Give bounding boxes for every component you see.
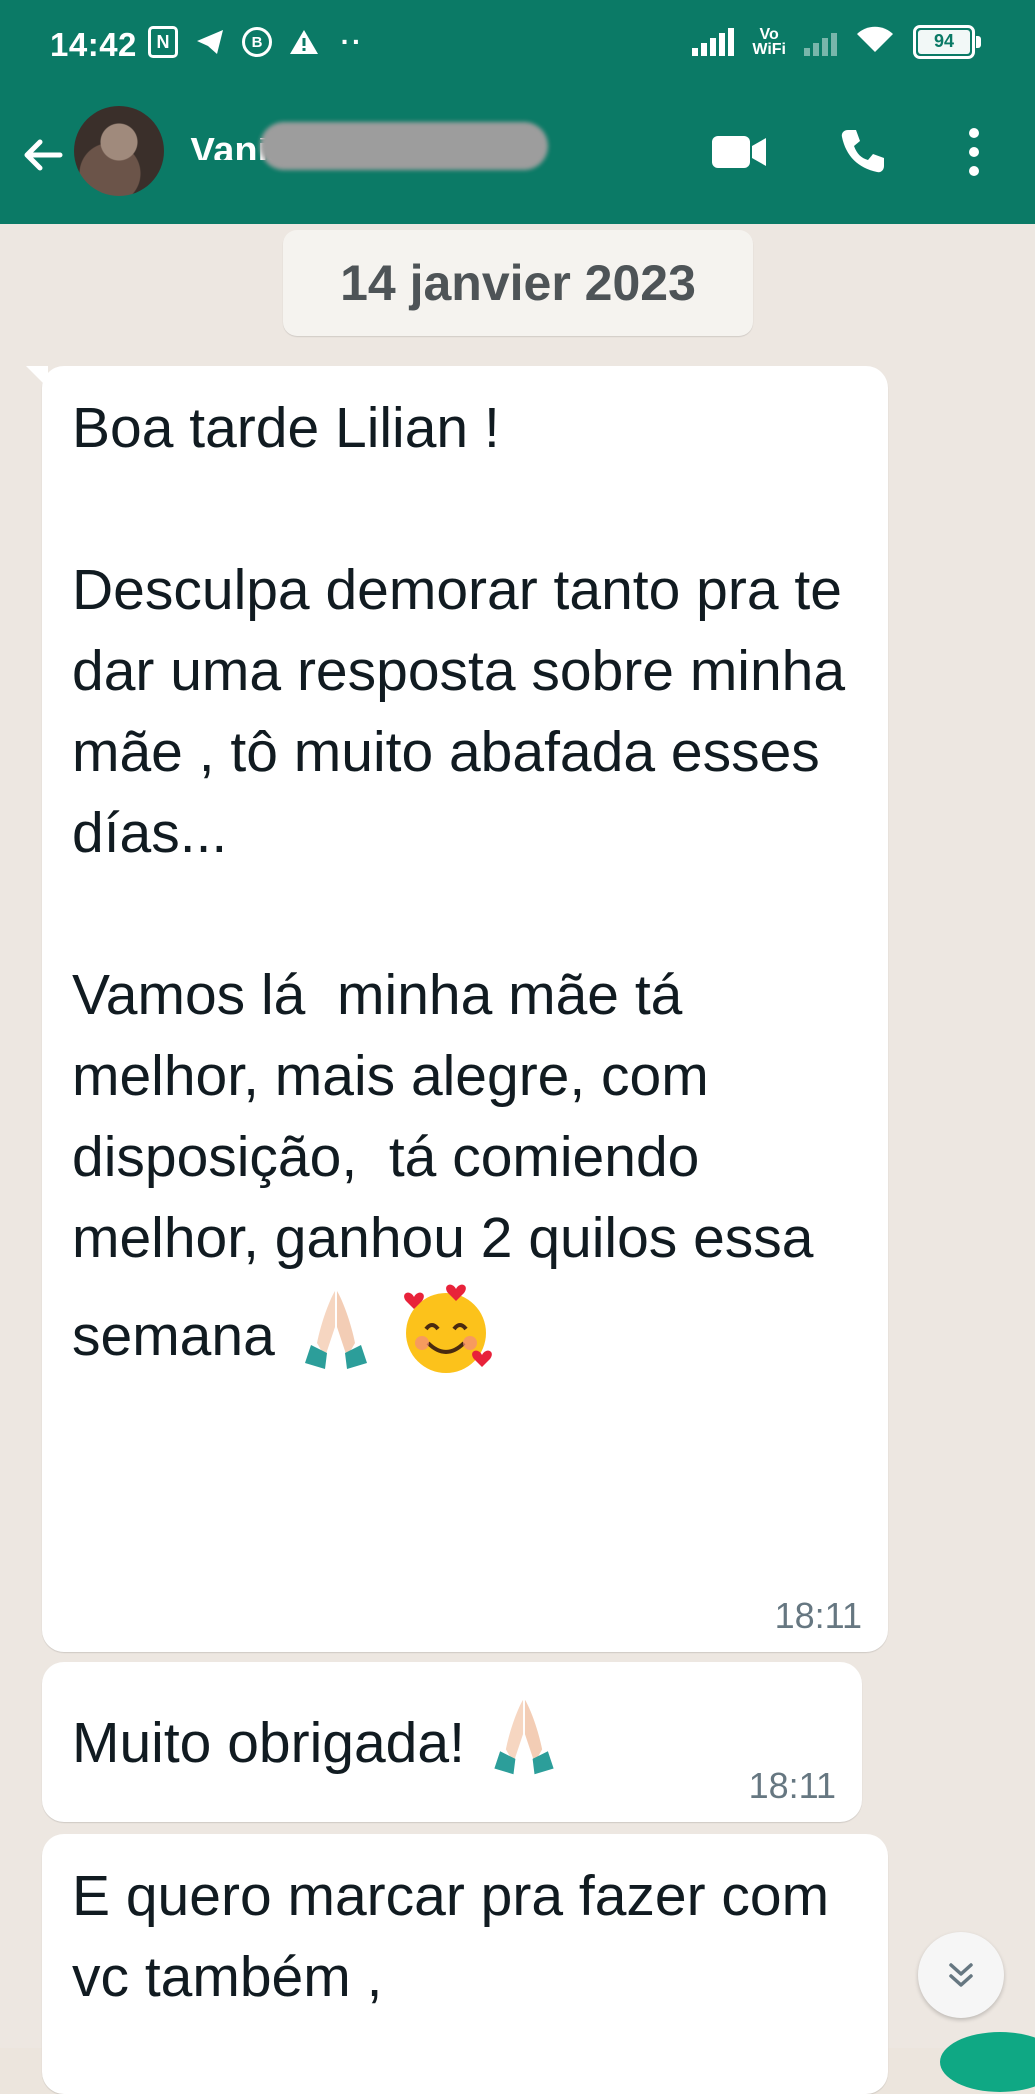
vowifi-label: Vo WiFi xyxy=(752,25,786,58)
voice-call-icon[interactable] xyxy=(838,126,888,176)
chat-header: Vania xyxy=(0,92,1035,224)
battery-level: 94 xyxy=(933,31,955,51)
vowifi-top: Vo xyxy=(759,25,779,43)
message-bubble[interactable]: E quero marcar pra fazer com vc também , xyxy=(42,1834,888,2094)
status-time: 14:42 xyxy=(50,26,137,63)
battery-icon: 94 xyxy=(913,24,981,59)
signal-icon xyxy=(692,27,735,56)
more-dots-icon: ·· xyxy=(340,26,364,57)
overflow-menu-icon[interactable] xyxy=(964,126,984,178)
folded-hands-emoji xyxy=(481,1694,567,1800)
message-text: E quero marcar pra fazer com vc também , xyxy=(72,1864,845,2009)
video-call-icon[interactable] xyxy=(710,132,768,172)
notification-icons: N B ·· xyxy=(148,26,368,58)
message-bubble[interactable]: Muito obrigada! 18:11 xyxy=(42,1662,862,1822)
warning-icon xyxy=(288,26,320,58)
smiling-face-with-hearts-emoji xyxy=(396,1279,496,1401)
vowifi-bottom: WiFi xyxy=(752,40,786,58)
double-chevron-down-icon xyxy=(949,1963,973,1987)
redaction-blur xyxy=(260,122,548,170)
folded-hands-emoji xyxy=(291,1287,381,1393)
message-text: Muito obrigada! xyxy=(72,1711,465,1776)
nfc-icon: N xyxy=(148,26,178,58)
contact-avatar[interactable] xyxy=(74,106,164,196)
date-separator: 14 janvier 2023 xyxy=(283,230,753,336)
system-icons: Vo WiFi 94 xyxy=(692,24,981,59)
back-arrow-icon[interactable] xyxy=(18,130,68,180)
message-time: 18:11 xyxy=(748,1765,836,1806)
message-bubble[interactable]: Boa tarde Lilian ! Desculpa demorar tant… xyxy=(26,366,888,1652)
status-bar: 14:42 N B ·· Vo WiFi 94 xyxy=(0,0,1035,92)
b-circle-icon: B xyxy=(242,27,272,57)
wifi-icon xyxy=(855,24,895,59)
message-text: Boa tarde Lilian ! Desculpa demorar tant… xyxy=(72,396,846,1369)
telegram-icon xyxy=(194,26,226,58)
signal-no-service-icon xyxy=(804,28,837,56)
message-time: 18:11 xyxy=(774,1595,862,1636)
top-bar: 14:42 N B ·· Vo WiFi 94 Vania xyxy=(0,0,1035,224)
scroll-to-bottom-button[interactable] xyxy=(918,1932,1004,2018)
